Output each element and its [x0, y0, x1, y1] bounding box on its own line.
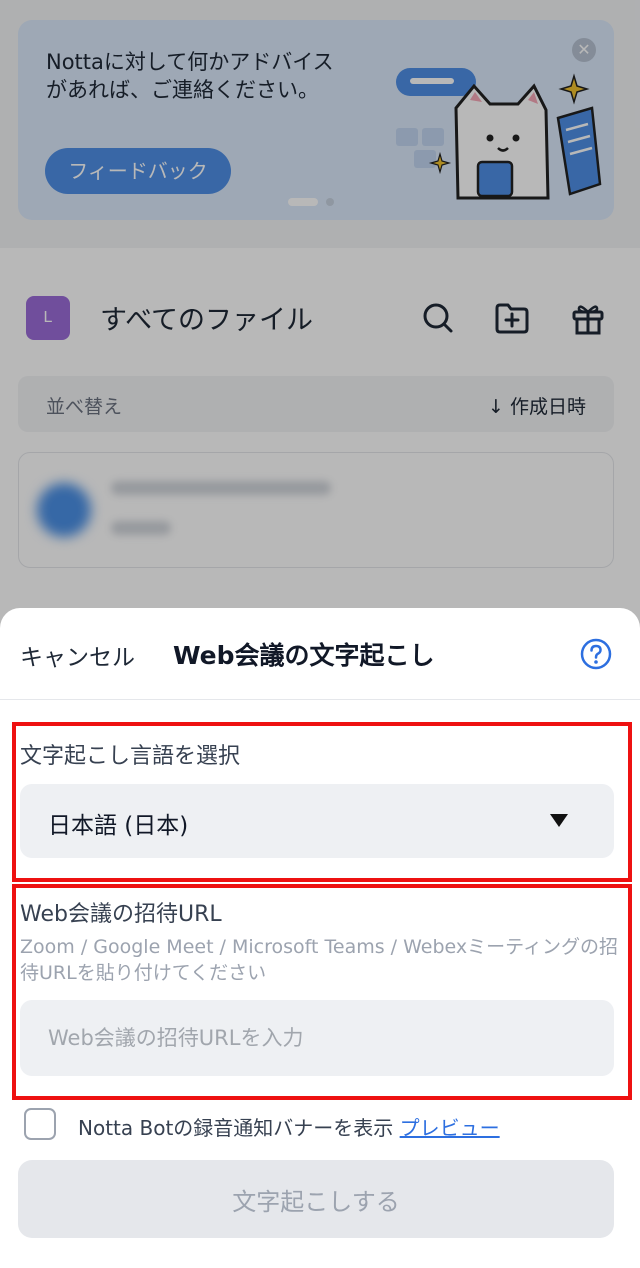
bot-banner-label: Notta Botの録音通知バナーを表示 プレビュー [78, 1112, 500, 1141]
start-transcription-button[interactable]: 文字起こしする [18, 1160, 614, 1238]
web-meeting-transcription-sheet: キャンセル Web会議の文字起こし 文字起こし言語を選択 日本語 (日本) We… [0, 608, 640, 1268]
url-hint: Zoom / Google Meet / Microsoft Teams / W… [20, 936, 618, 984]
help-icon[interactable] [580, 638, 612, 670]
sheet-header: キャンセル Web会議の文字起こし [0, 608, 640, 700]
bot-banner-option: Notta Botの録音通知バナーを表示 プレビュー [22, 1108, 622, 1142]
dropdown-triangle-icon [550, 814, 568, 827]
bot-banner-checkbox[interactable] [24, 1108, 56, 1140]
sheet-title: Web会議の文字起こし [173, 641, 435, 670]
language-select[interactable]: 日本語 (日本) [20, 784, 614, 858]
language-label: 文字起こし言語を選択 [20, 744, 241, 769]
cancel-button[interactable]: キャンセル [20, 638, 135, 672]
url-label: Web会議の招待URL [20, 902, 222, 927]
meeting-url-input[interactable] [20, 1000, 614, 1076]
language-select-value: 日本語 (日本) [48, 813, 189, 839]
preview-link[interactable]: プレビュー [400, 1116, 500, 1140]
bot-banner-label-text: Notta Botの録音通知バナーを表示 [78, 1116, 394, 1140]
